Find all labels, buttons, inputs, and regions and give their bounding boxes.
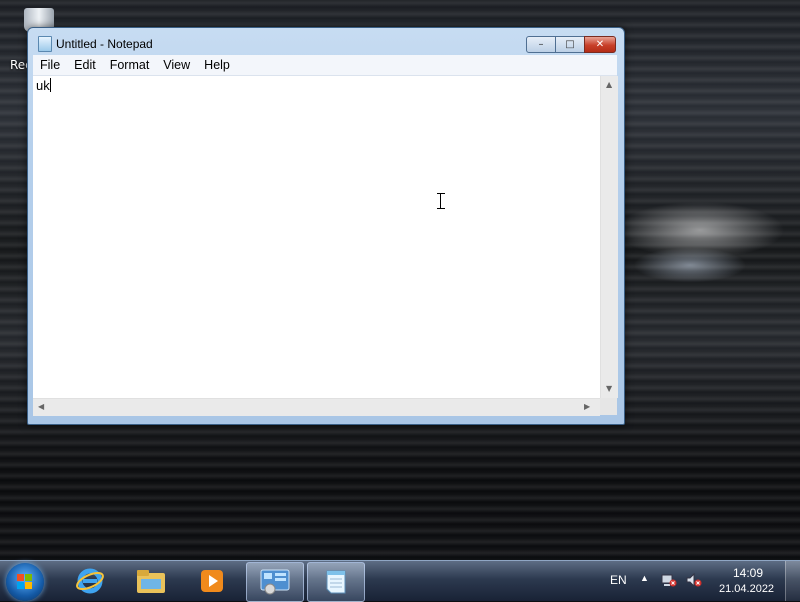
notepad-icon — [38, 36, 52, 52]
show-desktop-button[interactable] — [785, 561, 800, 601]
menu-file[interactable]: File — [33, 58, 67, 72]
resize-grip[interactable] — [600, 398, 617, 415]
horizontal-scrollbar[interactable]: ◀ ▶ — [33, 398, 600, 416]
maximize-icon: □ — [565, 39, 575, 50]
show-hidden-icons-icon[interactable]: ▲ — [640, 573, 649, 583]
scroll-down-icon[interactable]: ▼ — [606, 384, 612, 393]
windows-explorer-button[interactable] — [123, 562, 179, 600]
notepad-taskbar-button[interactable] — [307, 562, 365, 602]
close-button[interactable]: ✕ — [584, 36, 616, 53]
minimize-icon: – — [538, 39, 544, 50]
language-indicator[interactable]: EN — [610, 573, 627, 587]
clock-date[interactable]: 21.04.2022 — [719, 583, 774, 595]
editor-text: uk — [36, 78, 50, 93]
menu-edit[interactable]: Edit — [67, 58, 103, 72]
scroll-right-icon[interactable]: ▶ — [584, 402, 590, 411]
menu-bar: File Edit Format View Help — [33, 55, 617, 76]
internet-explorer-icon — [76, 568, 104, 594]
media-player-button[interactable] — [184, 562, 240, 600]
volume-muted-icon[interactable] — [686, 572, 702, 588]
control-panel-button[interactable] — [246, 562, 304, 602]
text-caret — [49, 78, 51, 92]
internet-explorer-button[interactable] — [62, 562, 118, 600]
notepad-window: Untitled - Notepad – □ ✕ File Edit Forma… — [27, 27, 625, 425]
vertical-scrollbar[interactable]: ▲ ▼ — [600, 76, 618, 398]
maximize-button[interactable]: □ — [555, 36, 585, 53]
start-button[interactable] — [6, 563, 44, 601]
menu-help[interactable]: Help — [197, 58, 237, 72]
clock-time[interactable]: 14:09 — [733, 566, 763, 580]
text-editor[interactable]: uk — [33, 76, 600, 398]
media-player-icon — [201, 570, 223, 592]
control-panel-icon — [260, 569, 290, 595]
notepad-app-icon — [326, 570, 346, 594]
close-icon: ✕ — [595, 39, 605, 50]
network-icon[interactable] — [661, 573, 677, 587]
taskbar: EN ▲ 14:09 21.04.2022 — [0, 560, 800, 602]
minimize-button[interactable]: – — [526, 36, 556, 53]
folder-icon — [137, 570, 165, 593]
window-title: Untitled - Notepad — [56, 37, 153, 51]
menu-format[interactable]: Format — [103, 58, 157, 72]
title-bar[interactable]: Untitled - Notepad – □ ✕ — [28, 28, 624, 58]
caption-buttons: – □ ✕ — [526, 36, 616, 53]
ibeam-cursor-icon — [437, 193, 445, 209]
windows-logo-icon — [17, 574, 33, 590]
editor-content: uk — [36, 78, 51, 93]
scroll-up-icon[interactable]: ▲ — [606, 80, 612, 89]
menu-view[interactable]: View — [156, 58, 197, 72]
scroll-left-icon[interactable]: ◀ — [38, 402, 44, 411]
